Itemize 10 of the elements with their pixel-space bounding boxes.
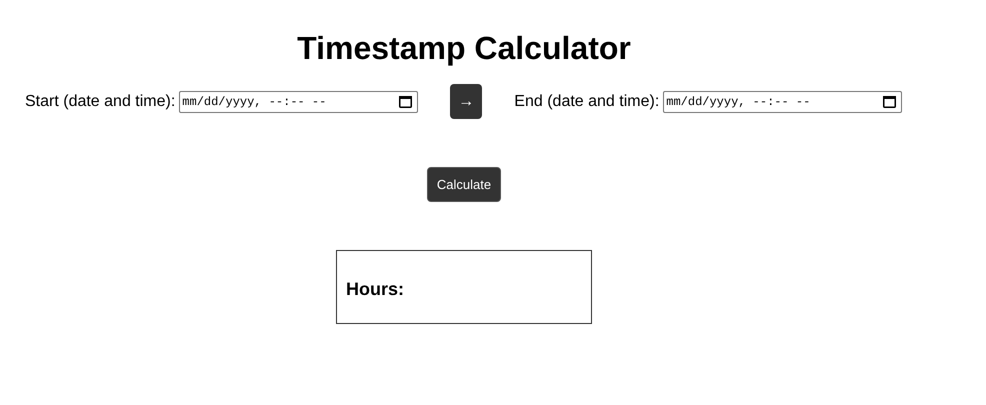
calendar-icon[interactable]: [883, 94, 896, 108]
date-time-field[interactable]: mm/dd/yyyy, --:-- --: [179, 90, 418, 112]
date-time-field[interactable]: mm/dd/yyyy, --:-- --: [663, 90, 902, 112]
page-title: Timestamp Calculator: [297, 29, 631, 68]
swap-button[interactable]: →: [450, 84, 482, 119]
field-label: Start (date and time):: [25, 92, 176, 110]
calculate-button[interactable]: Calculate: [426, 167, 502, 202]
result-label: Hours:: [346, 278, 404, 300]
calendar-icon[interactable]: [399, 94, 412, 108]
field-label: End (date and time):: [514, 92, 660, 110]
